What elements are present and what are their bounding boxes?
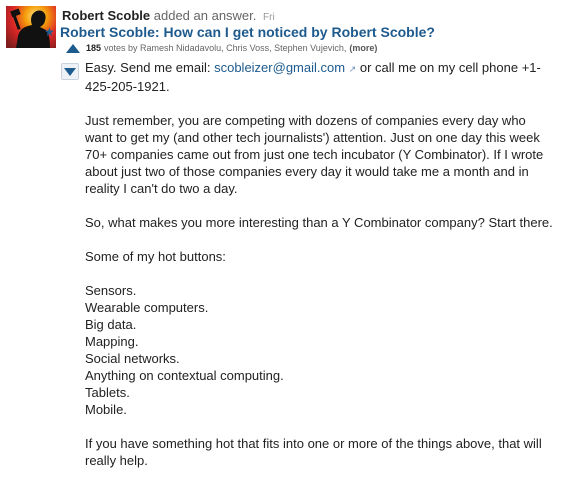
downvote-arrow-icon — [64, 67, 76, 76]
list-item: Social networks. — [85, 351, 180, 366]
feed-header: Robert Scoble added an answer. Fri — [62, 8, 275, 23]
downvote-button[interactable] — [61, 63, 79, 80]
answer-intro: Easy. Send me email: scobleizer@gmail.co… — [85, 59, 555, 95]
answer-paragraph-4: Some of my hot buttons: — [85, 249, 226, 264]
list-item: Big data. — [85, 317, 137, 332]
intro-text-before: Easy. Send me email: — [85, 60, 215, 75]
email-link[interactable]: scobleizer@gmail.com — [214, 60, 345, 75]
voters-text[interactable]: votes by Ramesh Nidadavolu, Chris Voss, … — [104, 43, 346, 53]
answer-paragraph-2: Just remember, you are competing with do… — [85, 113, 544, 196]
more-voters-link[interactable]: (more) — [349, 43, 377, 53]
answer-paragraph-3: So, what makes you more interesting than… — [85, 215, 553, 230]
question-title-link[interactable]: Robert Scoble: How can I get noticed by … — [60, 24, 435, 40]
votes-row: 185 votes by Ramesh Nidadavolu, Chris Vo… — [66, 43, 377, 53]
list-item: Sensors. — [85, 283, 137, 298]
list-item: Wearable computers. — [85, 300, 209, 315]
answer-paragraph-5: If you have something hot that fits into… — [85, 436, 542, 468]
star-icon: ★ — [44, 25, 55, 39]
answer-body: Easy. Send me email: scobleizer@gmail.co… — [85, 59, 555, 486]
vote-count: 185 — [86, 43, 102, 53]
timestamp[interactable]: Fri — [263, 12, 275, 23]
list-item: Anything on contextual computing. — [85, 368, 284, 383]
list-item: Mobile. — [85, 402, 127, 417]
action-text: added an answer. — [153, 8, 257, 23]
upvote-arrow-icon[interactable] — [66, 43, 80, 53]
list-item: Tablets. — [85, 385, 130, 400]
author-link[interactable]: Robert Scoble — [62, 8, 150, 23]
list-item: Mapping. — [85, 334, 139, 349]
hot-buttons-list: Sensors. Wearable computers. Big data. M… — [85, 282, 555, 418]
